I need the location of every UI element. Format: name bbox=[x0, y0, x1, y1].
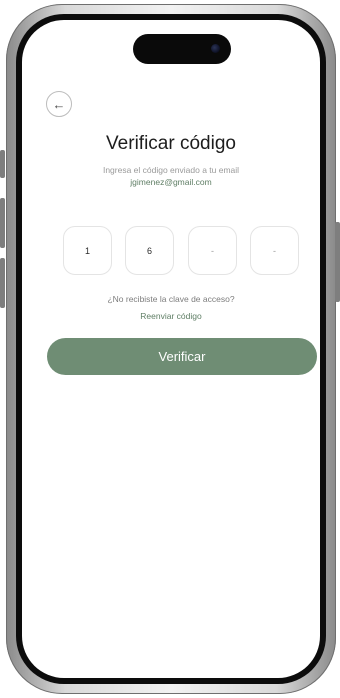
back-button[interactable]: ← bbox=[46, 91, 72, 117]
arrow-left-icon: ← bbox=[52, 96, 66, 112]
code-digit-2[interactable]: 6 bbox=[125, 226, 174, 275]
volume-up-button bbox=[0, 198, 5, 248]
code-digit-3[interactable]: - bbox=[188, 226, 237, 275]
resend-code-link[interactable]: Reenviar código bbox=[22, 311, 320, 321]
instruction-text: Ingresa el código enviado a tu email bbox=[102, 165, 240, 175]
email-text: jgimenez@gmail.com bbox=[130, 177, 212, 187]
code-digit-1[interactable]: 1 bbox=[63, 226, 112, 275]
camera-icon bbox=[211, 44, 220, 53]
dynamic-island bbox=[133, 34, 231, 64]
phone-body: ← Verificar código Ingresa el código env… bbox=[6, 4, 336, 694]
verify-button[interactable]: Verificar bbox=[47, 338, 317, 375]
page-title: Verificar código bbox=[106, 133, 236, 154]
action-button bbox=[0, 150, 5, 178]
volume-down-button bbox=[0, 258, 5, 308]
app-screen: ← Verificar código Ingresa el código env… bbox=[22, 20, 320, 678]
code-digit-4[interactable]: - bbox=[250, 226, 299, 275]
no-code-question: ¿No recibiste la clave de acceso? bbox=[107, 294, 235, 304]
